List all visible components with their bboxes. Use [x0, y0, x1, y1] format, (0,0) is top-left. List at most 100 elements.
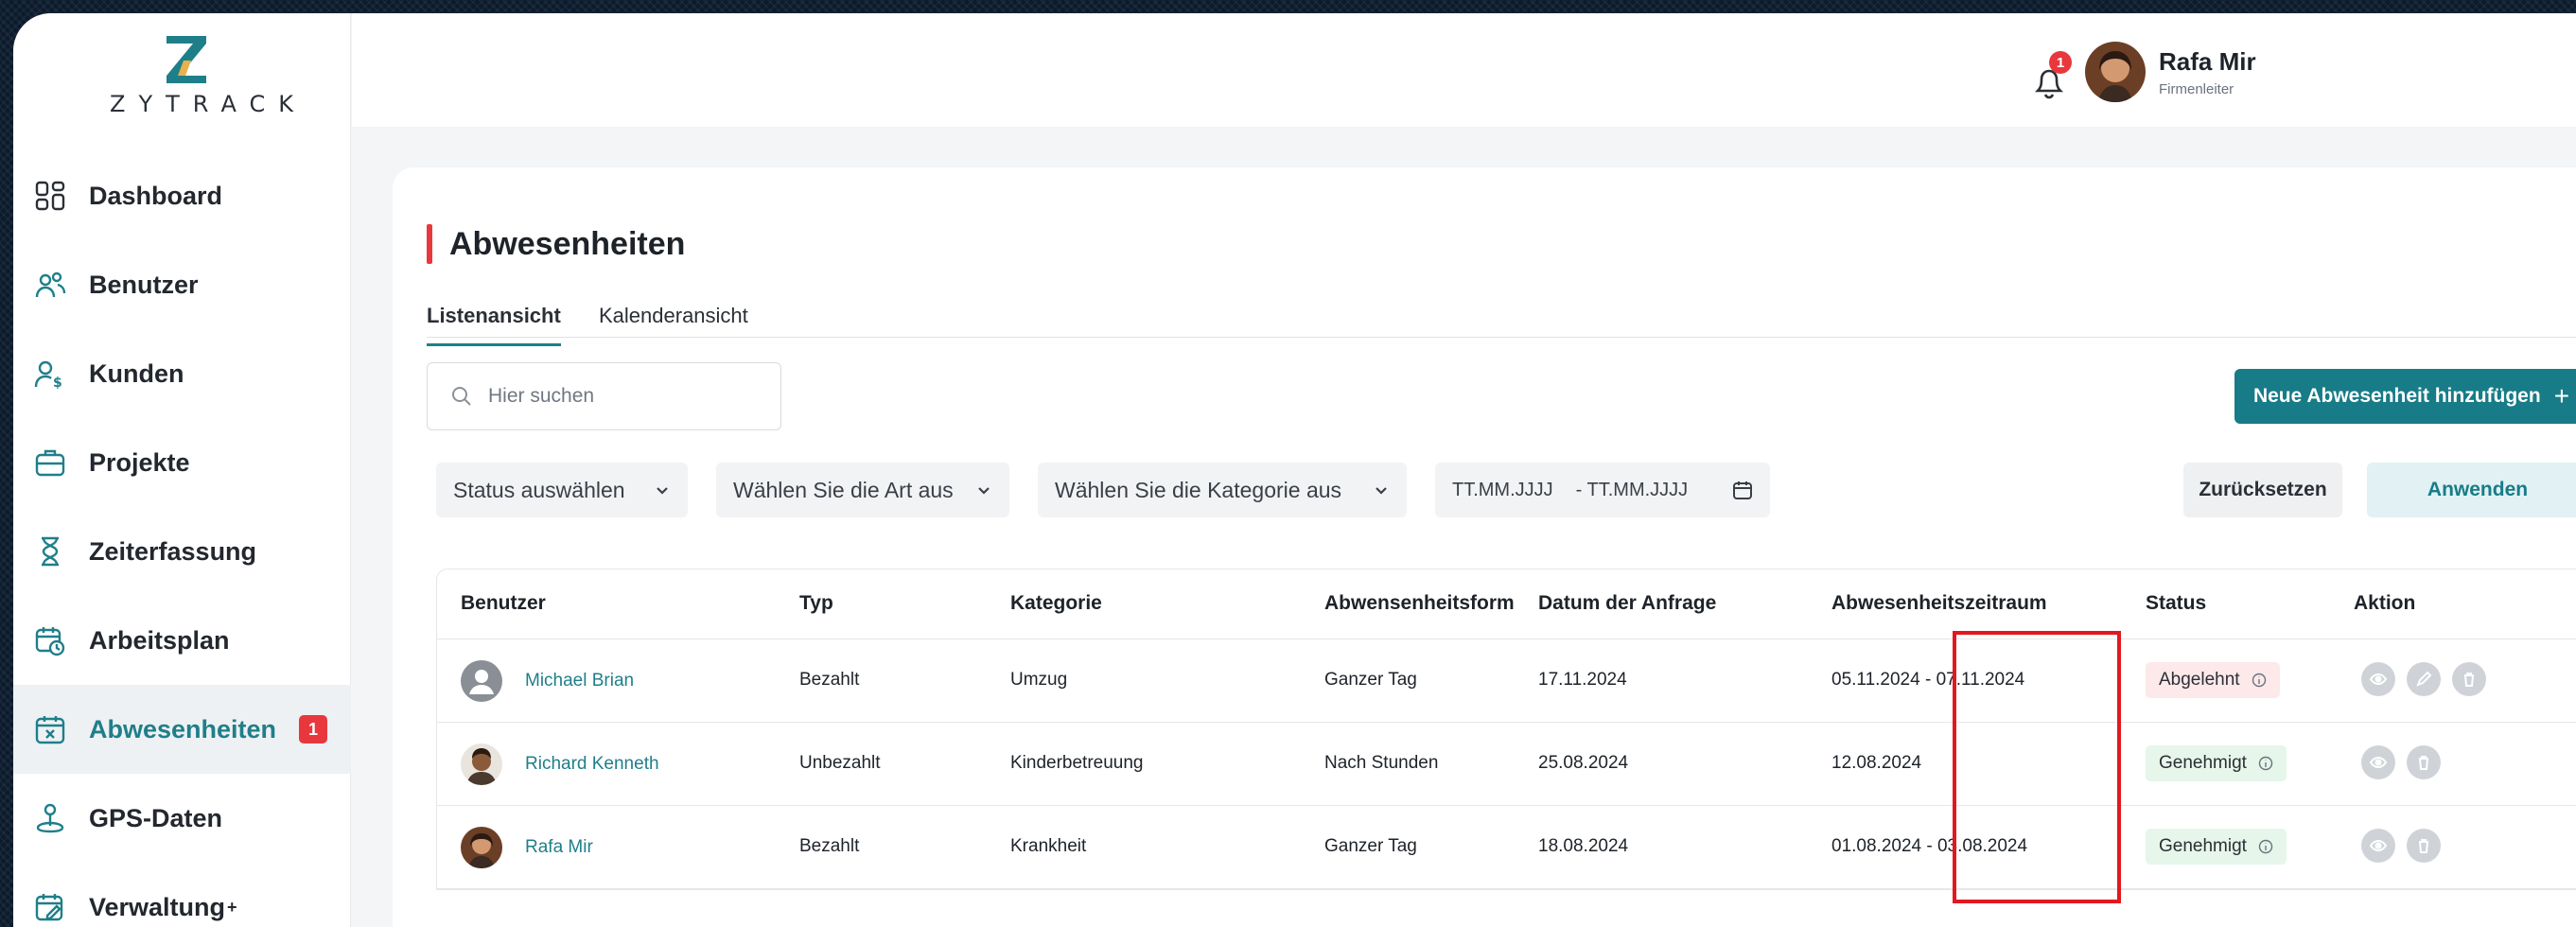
form-cell: Ganzer Tag: [1324, 836, 1417, 856]
table-row: Richard Kenneth Unbezahlt Kinderbetreuun…: [437, 723, 2576, 806]
sidebar-item-dashboard[interactable]: Dashboard: [13, 151, 351, 240]
category-cell: Umzug: [1010, 670, 1068, 690]
period-cell: 12.08.2024: [1831, 753, 1922, 773]
users-icon: [34, 269, 66, 301]
absences-card: Abwesenheiten Listenansicht Kalenderansi…: [393, 167, 2576, 927]
date-range-filter[interactable]: TT.MM.JJJJ - TT.MM.JJJJ: [1435, 463, 1770, 517]
sidebar-item-benutzer[interactable]: Benutzer: [13, 240, 351, 329]
logo[interactable]: ZYTRACK: [96, 32, 307, 117]
svg-text:$: $: [53, 376, 62, 390]
search-icon: [452, 387, 471, 406]
form-cell: Nach Stunden: [1324, 753, 1439, 773]
app-window: ZYTRACK Dashboard Benutzer $ Kunden Proj…: [13, 13, 2576, 927]
calendar-clock-icon: [34, 624, 66, 656]
sidebar-item-zeiterfassung[interactable]: Zeiterfassung: [13, 507, 351, 596]
apply-button[interactable]: Anwenden: [2367, 463, 2576, 517]
info-icon[interactable]: [2258, 839, 2273, 854]
column-header: Abwensenheitsform: [1324, 592, 1515, 614]
request-date-cell: 17.11.2024: [1538, 670, 1627, 690]
sidebar-item-arbeitsplan[interactable]: Arbeitsplan: [13, 596, 351, 685]
category-cell: Krankheit: [1010, 836, 1087, 856]
add-absence-label: Neue Abwesenheit hinzufügen: [2252, 385, 2541, 407]
avatar: [461, 827, 502, 868]
user-cell: Richard Kenneth: [461, 743, 659, 785]
type-cell: Bezahlt: [799, 670, 860, 690]
info-icon[interactable]: [2252, 673, 2267, 688]
row-actions: [2361, 745, 2452, 779]
zytrack-logo-icon: [166, 36, 206, 83]
customers-icon: $: [34, 358, 66, 390]
view-icon[interactable]: [2361, 745, 2395, 779]
user-name[interactable]: Rafa Mir: [2159, 47, 2256, 77]
category-filter[interactable]: Wählen Sie die Kategorie aus: [1038, 463, 1407, 517]
action-column-highlight: [1953, 631, 2121, 903]
date-to-field[interactable]: - TT.MM.JJJJ: [1576, 480, 1689, 501]
notification-badge: 1: [2049, 51, 2072, 74]
table-row: Rafa Mir Bezahlt Krankheit Ganzer Tag 18…: [437, 806, 2576, 889]
status-filter-label: Status auswählen: [453, 477, 625, 502]
row-actions: [2361, 662, 2497, 696]
sidebar-item-verwaltung[interactable]: Verwaltung +: [13, 863, 351, 927]
sidebar-item-label: Zeiterfassung: [89, 536, 257, 566]
info-icon[interactable]: [2258, 756, 2273, 771]
sidebar-item-gps-daten[interactable]: GPS-Daten: [13, 774, 351, 863]
column-header: Status: [2146, 592, 2207, 614]
sidebar-item-abwesenheiten[interactable]: Abwesenheiten 1: [13, 685, 351, 774]
view-tabs: Listenansicht Kalenderansicht: [427, 289, 2576, 346]
add-absence-button[interactable]: Neue Abwesenheit hinzufügen +: [2234, 369, 2576, 424]
avatar: [461, 743, 502, 785]
type-filter[interactable]: Wählen Sie die Art aus: [716, 463, 1009, 517]
column-header: Aktion: [2354, 592, 2416, 614]
edit-icon[interactable]: [2407, 662, 2441, 696]
category-filter-label: Wählen Sie die Kategorie aus: [1055, 477, 1342, 502]
sidebar: ZYTRACK Dashboard Benutzer $ Kunden Proj…: [13, 13, 351, 927]
status-badge: Abgelehnt: [2146, 662, 2280, 698]
reset-button[interactable]: Zurücksetzen: [2183, 463, 2342, 517]
delete-icon[interactable]: [2407, 745, 2441, 779]
column-header: Abwesenheitszeitraum: [1831, 592, 2047, 614]
tab-kalenderansicht[interactable]: Kalenderansicht: [599, 304, 748, 343]
delete-icon[interactable]: [2407, 829, 2441, 863]
briefcase-icon: [34, 446, 66, 479]
search-box[interactable]: [427, 362, 781, 430]
brand-name: ZYTRACK: [110, 91, 307, 117]
sidebar-item-label: Benutzer: [89, 270, 199, 299]
plus-icon: +: [2553, 381, 2570, 411]
delete-icon[interactable]: [2452, 662, 2486, 696]
hourglass-icon: [34, 535, 66, 568]
category-cell: Kinderbetreuung: [1010, 753, 1144, 773]
view-icon[interactable]: [2361, 829, 2395, 863]
request-date-cell: 18.08.2024: [1538, 836, 1629, 856]
sidebar-item-label: GPS-Daten: [89, 803, 223, 832]
sidebar-item-label: Kunden: [89, 359, 184, 388]
calendar-icon[interactable]: [1732, 480, 1753, 500]
status-label: Genehmigt: [2159, 836, 2247, 856]
sidebar-item-kunden[interactable]: $ Kunden: [13, 329, 351, 418]
table-header: Benutzer Typ Kategorie Abwensenheitsform…: [437, 569, 2576, 639]
tab-listenansicht[interactable]: Listenansicht: [427, 304, 561, 346]
sidebar-item-label: Abwesenheiten: [89, 714, 277, 743]
sidebar-item-label: Projekte: [89, 447, 190, 477]
calendar-x-icon: [34, 713, 66, 745]
user-cell: Rafa Mir: [461, 827, 593, 868]
status-filter[interactable]: Status auswählen: [436, 463, 688, 517]
user-role: Firmenleiter: [2159, 81, 2234, 97]
user-name-link[interactable]: Michael Brian: [525, 671, 634, 691]
column-header: Typ: [799, 592, 833, 614]
title-accent: [427, 224, 432, 264]
status-label: Abgelehnt: [2159, 670, 2240, 690]
status-label: Genehmigt: [2159, 753, 2247, 773]
avatar[interactable]: [2085, 42, 2146, 102]
view-icon[interactable]: [2361, 662, 2395, 696]
sidebar-nav: Dashboard Benutzer $ Kunden Projekte Zei…: [13, 151, 351, 927]
chevron-down-icon: [657, 487, 668, 495]
calendar-edit-icon: [34, 891, 66, 923]
user-name-link[interactable]: Richard Kenneth: [525, 754, 659, 775]
date-from-field[interactable]: TT.MM.JJJJ: [1452, 480, 1553, 501]
column-header: Kategorie: [1010, 592, 1102, 614]
dashboard-icon: [34, 180, 66, 212]
user-cell: Michael Brian: [461, 660, 634, 702]
search-input[interactable]: [488, 385, 753, 408]
user-name-link[interactable]: Rafa Mir: [525, 837, 593, 858]
sidebar-item-projekte[interactable]: Projekte: [13, 418, 351, 507]
